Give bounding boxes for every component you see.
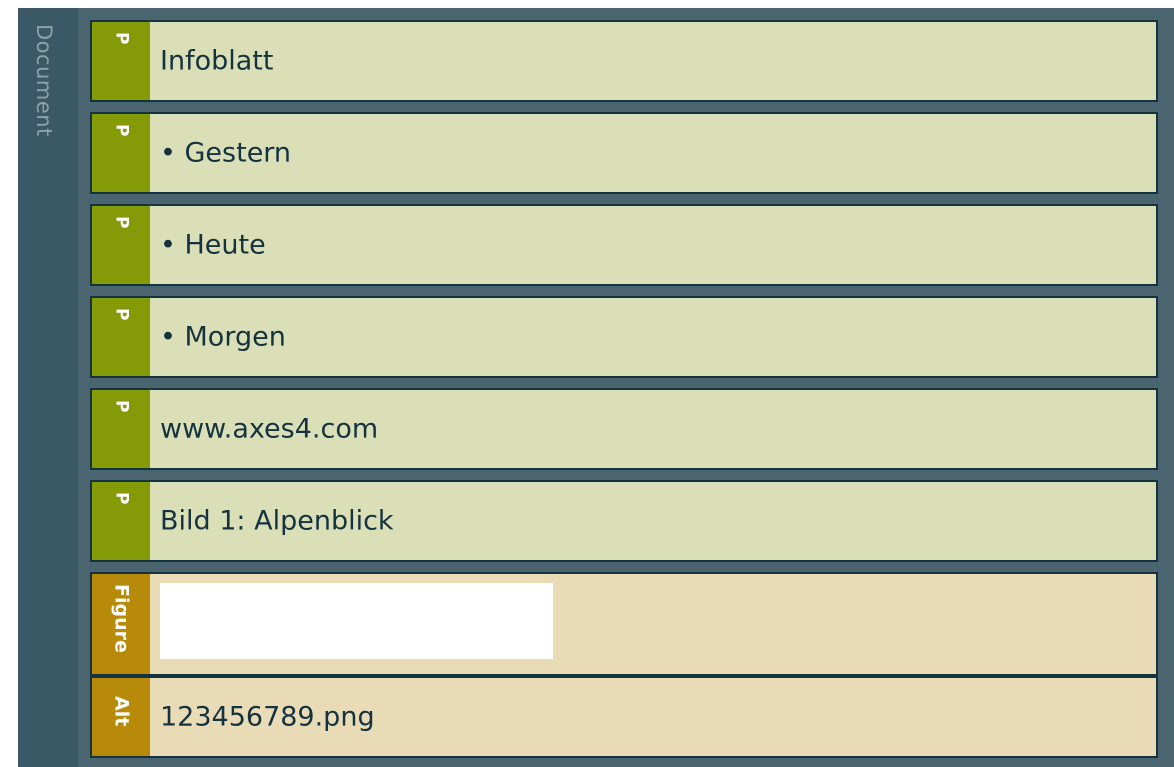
paragraph-tag[interactable]: P bbox=[92, 390, 150, 468]
paragraph-tag-label: P bbox=[111, 124, 132, 137]
paragraph-text: • Morgen bbox=[160, 321, 286, 353]
paragraph-text: Bild 1: Alpenblick bbox=[160, 505, 394, 537]
paragraph-tag[interactable]: P bbox=[92, 206, 150, 284]
paragraph-text: www.axes4.com bbox=[160, 413, 379, 445]
paragraph-row-caption[interactable]: P Bild 1: Alpenblick bbox=[90, 480, 1158, 562]
figure-image-placeholder[interactable] bbox=[160, 583, 553, 659]
document-tag-bar[interactable]: Document bbox=[18, 8, 78, 767]
alt-tag-label: Alt bbox=[110, 696, 133, 727]
paragraph-tag[interactable]: P bbox=[92, 482, 150, 560]
figure-tag-label: Figure bbox=[110, 584, 133, 653]
paragraph-tag-label: P bbox=[111, 400, 132, 413]
paragraph-tag[interactable]: P bbox=[92, 114, 150, 192]
alt-text-value: 123456789.png bbox=[160, 701, 375, 733]
paragraph-tag-label: P bbox=[111, 492, 132, 505]
document-tag-label: Document bbox=[32, 24, 56, 137]
paragraph-row-gestern[interactable]: P • Gestern bbox=[90, 112, 1158, 194]
figure-tag[interactable]: Figure bbox=[92, 574, 150, 674]
paragraph-row-infoblatt[interactable]: P Infoblatt bbox=[90, 20, 1158, 102]
paragraph-row-morgen[interactable]: P • Morgen bbox=[90, 296, 1158, 378]
paragraph-tag[interactable]: P bbox=[92, 298, 150, 376]
paragraph-text: Infoblatt bbox=[160, 45, 274, 77]
paragraph-text: • Heute bbox=[160, 229, 266, 261]
alt-text-row[interactable]: Alt 123456789.png bbox=[90, 676, 1158, 758]
paragraph-tag-label: P bbox=[111, 308, 132, 321]
paragraph-tag-label: P bbox=[111, 216, 132, 229]
paragraph-row-link[interactable]: P www.axes4.com bbox=[90, 388, 1158, 470]
paragraph-tag-label: P bbox=[111, 32, 132, 45]
paragraph-text: • Gestern bbox=[160, 137, 292, 169]
figure-row[interactable]: Figure bbox=[90, 572, 1158, 676]
alt-tag[interactable]: Alt bbox=[92, 678, 150, 756]
paragraph-row-heute[interactable]: P • Heute bbox=[90, 204, 1158, 286]
paragraph-tag[interactable]: P bbox=[92, 22, 150, 100]
